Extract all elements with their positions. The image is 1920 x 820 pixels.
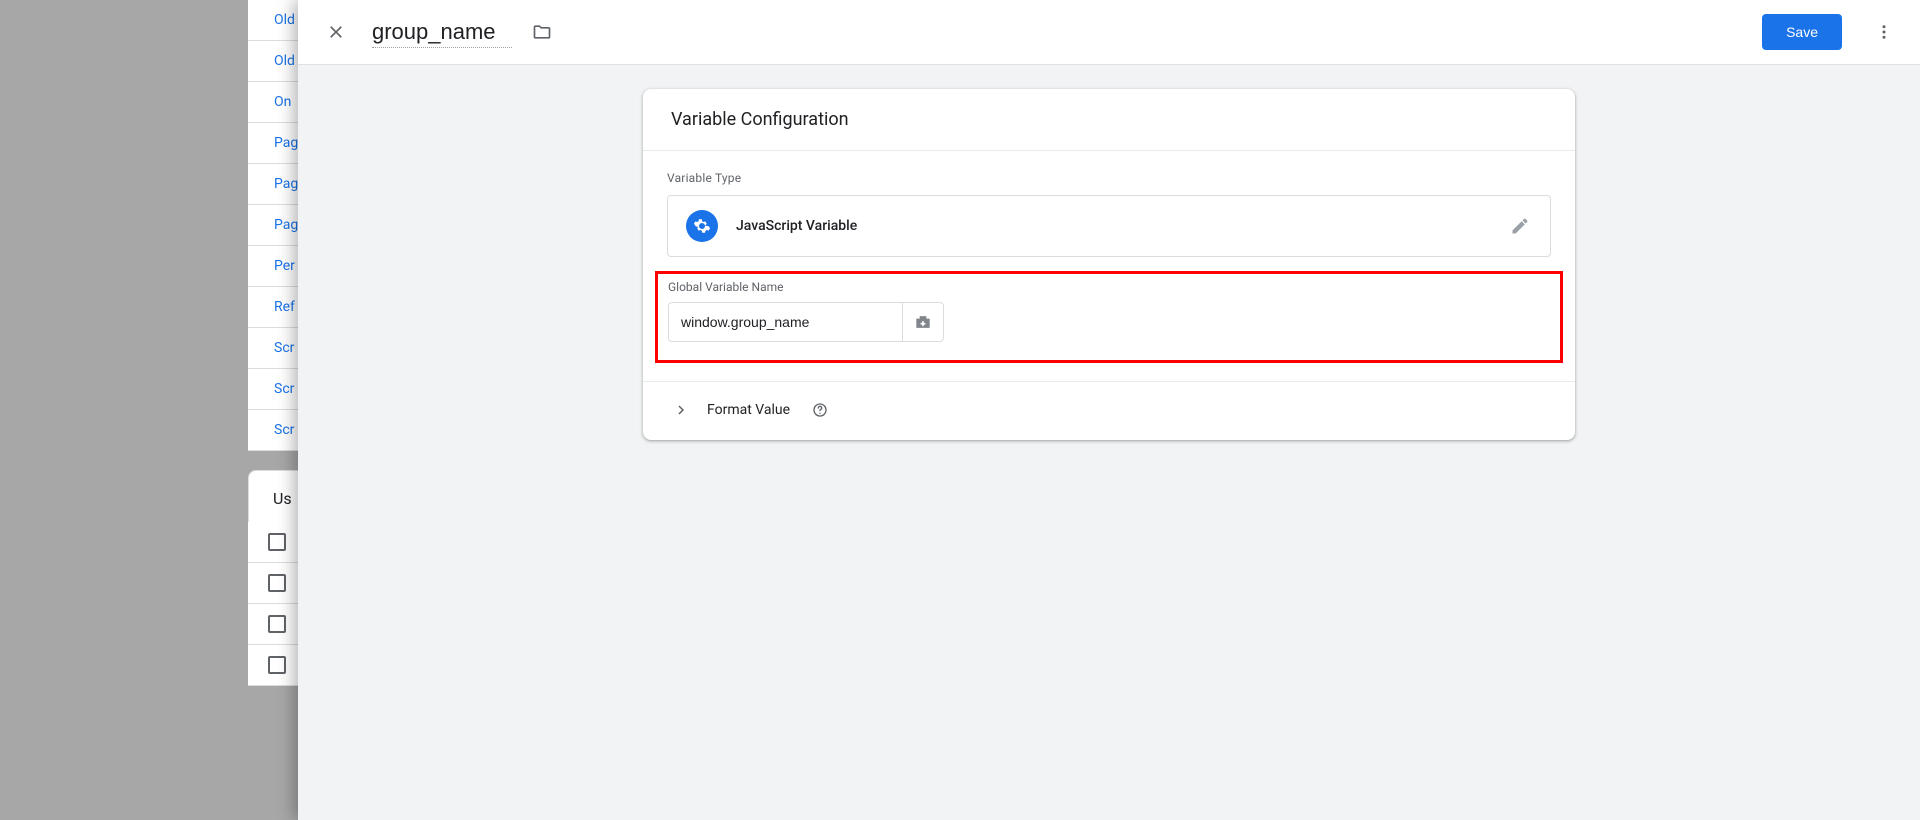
checkbox-icon[interactable]	[268, 656, 286, 674]
variable-type-name: JavaScript Variable	[736, 218, 857, 234]
help-icon[interactable]	[812, 402, 828, 418]
edit-type-button[interactable]	[1504, 210, 1536, 242]
close-button[interactable]	[320, 16, 352, 48]
variable-type-section: Variable Type JavaScript Variable	[643, 151, 1575, 265]
folder-icon	[532, 22, 552, 42]
more-options-button[interactable]	[1866, 14, 1902, 50]
chevron-right-icon	[671, 400, 691, 420]
checkbox-icon[interactable]	[268, 533, 286, 551]
insert-variable-button[interactable]	[902, 302, 944, 342]
folder-button[interactable]	[526, 16, 558, 48]
global-variable-input[interactable]	[668, 302, 902, 342]
global-variable-highlight: Global Variable Name	[655, 271, 1563, 363]
lego-plus-icon	[913, 312, 933, 332]
more-vertical-icon	[1875, 23, 1893, 41]
variable-type-selector[interactable]: JavaScript Variable	[667, 195, 1551, 257]
variable-name-input[interactable]	[372, 17, 512, 48]
checkbox-icon[interactable]	[268, 615, 286, 633]
pencil-icon	[1510, 216, 1530, 236]
panel-body: Variable Configuration Variable Type Jav…	[298, 65, 1920, 820]
variable-type-label: Variable Type	[667, 171, 1551, 185]
close-icon	[326, 22, 346, 42]
panel-header: Save	[298, 0, 1920, 65]
gear-icon	[686, 210, 718, 242]
variable-editor-panel: Save Variable Configuration Variable Typ…	[298, 0, 1920, 820]
global-variable-label: Global Variable Name	[668, 280, 1550, 294]
format-value-label: Format Value	[707, 402, 790, 418]
checkbox-icon[interactable]	[268, 574, 286, 592]
card-title: Variable Configuration	[643, 89, 1575, 151]
format-value-toggle[interactable]: Format Value	[643, 382, 1575, 440]
save-button[interactable]: Save	[1762, 14, 1842, 50]
variable-config-card: Variable Configuration Variable Type Jav…	[643, 89, 1575, 440]
